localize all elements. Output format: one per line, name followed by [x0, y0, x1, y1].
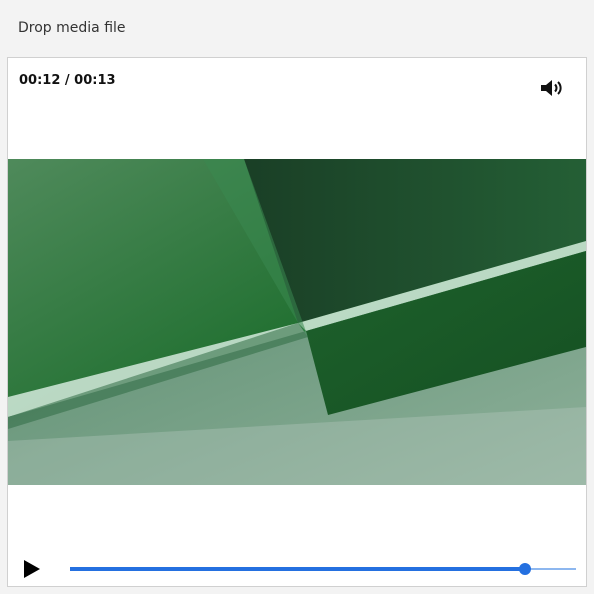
play-button[interactable] [22, 558, 42, 580]
video-player: 00:12 / 00:13 [7, 57, 587, 587]
seek-progress-fill [70, 567, 526, 571]
speaker-volume-icon [541, 80, 562, 96]
media-player-app: Drop media file 00:12 / 00:13 [0, 0, 594, 594]
seek-bar[interactable] [70, 559, 576, 579]
play-icon [24, 560, 40, 578]
video-frame[interactable] [8, 159, 586, 485]
drop-media-file-label[interactable]: Drop media file [18, 18, 126, 38]
time-display: 00:12 / 00:13 [19, 73, 116, 88]
video-frame-image [8, 159, 586, 485]
volume-icon[interactable] [539, 77, 565, 99]
seek-thumb[interactable] [519, 563, 532, 575]
